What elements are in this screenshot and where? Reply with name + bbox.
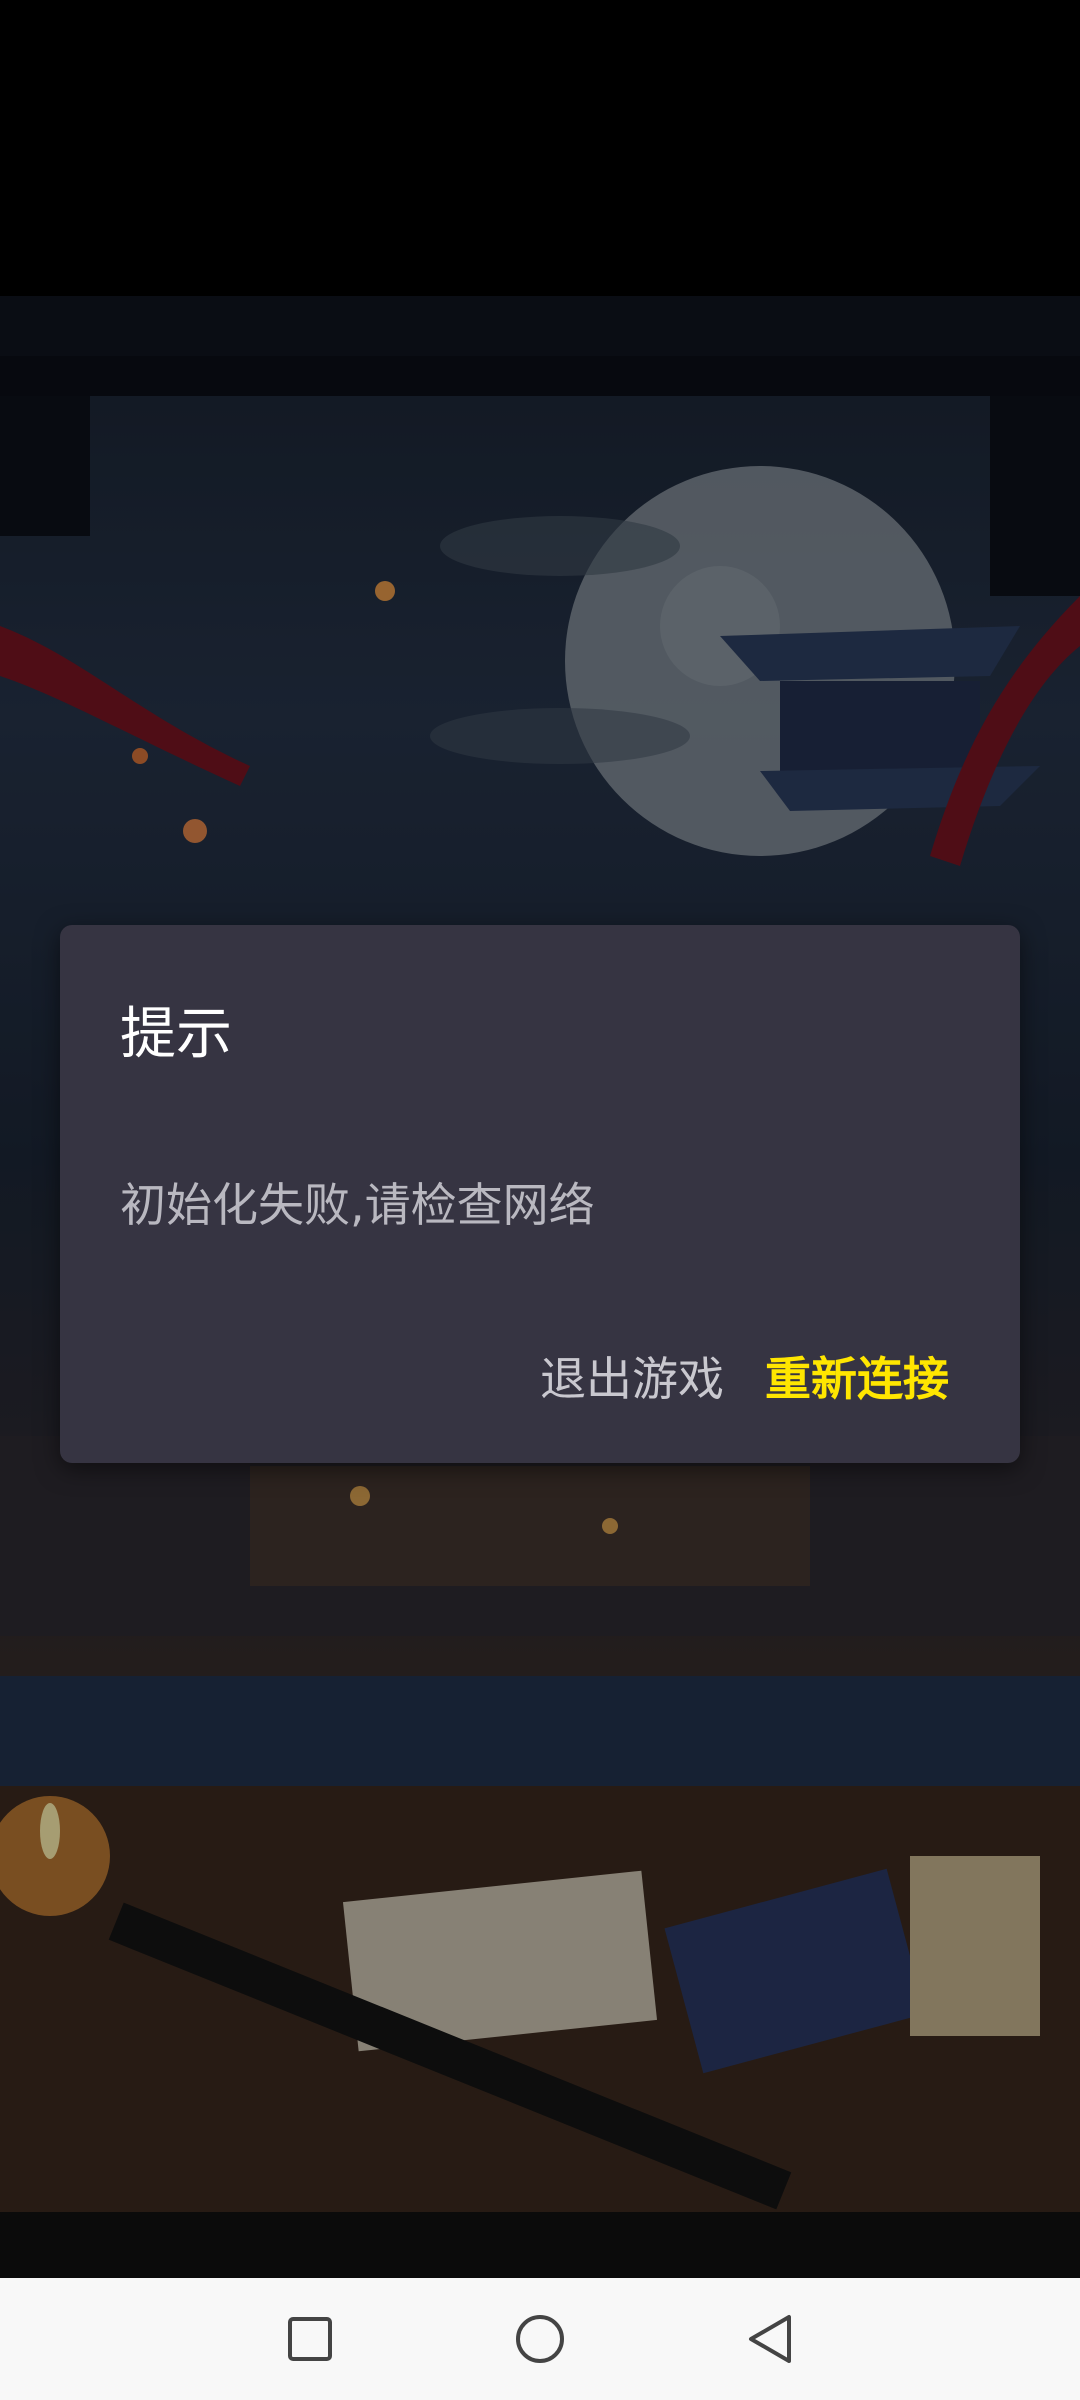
dialog-message: 初始化失败,请检查网络	[120, 1178, 595, 1232]
recent-apps-button[interactable]	[250, 2278, 370, 2400]
square-icon	[288, 2317, 332, 2361]
home-button[interactable]	[480, 2278, 600, 2400]
top-black-bar	[0, 0, 1080, 296]
triangle-back-icon	[749, 2315, 791, 2363]
navigation-bar	[0, 2278, 1080, 2400]
exit-game-button[interactable]: 退出游戏	[540, 1343, 724, 1409]
alert-dialog: 提示 初始化失败,请检查网络 退出游戏 重新连接	[60, 925, 1020, 1463]
reconnect-button[interactable]: 重新连接	[765, 1343, 949, 1409]
dialog-title: 提示	[120, 1002, 232, 1067]
circle-icon	[516, 2315, 564, 2363]
back-button[interactable]	[710, 2278, 830, 2400]
bottom-strip	[0, 2212, 1080, 2278]
